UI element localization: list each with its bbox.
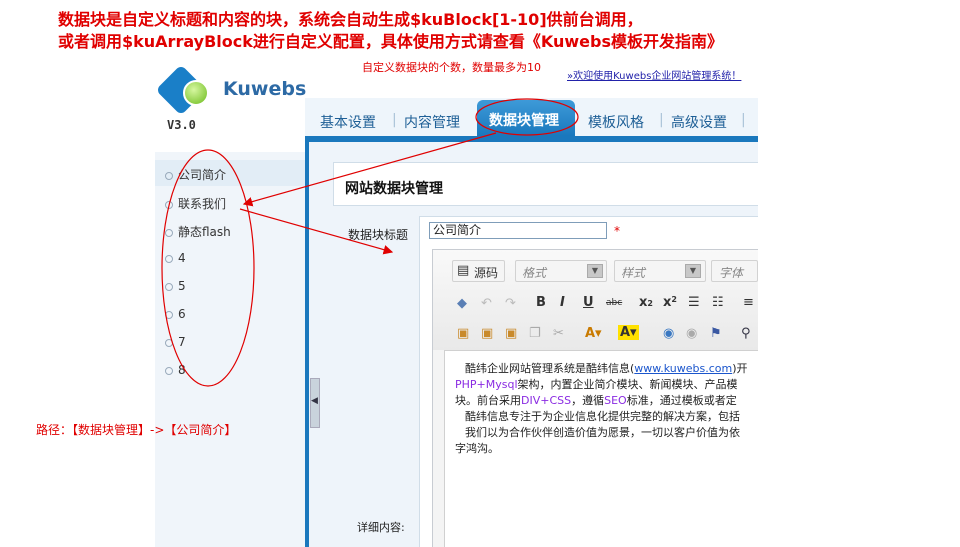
bulleted-list-icon[interactable]: ☷ [712,295,724,310]
subscript-icon[interactable]: x2 [639,295,653,310]
sidebar-item-label: 7 [178,335,186,349]
logo-area: Kuwebs V3.0 [155,60,307,150]
bold-icon[interactable]: B [536,295,546,310]
align-left-icon[interactable]: ≡ [743,295,754,310]
paste-word-icon[interactable]: ▣ [505,326,517,341]
source-icon: ▤ [457,263,470,278]
body-paragraph-1: 酷纬企业网站管理系统是酷纬信息(www.kuwebs.com)开 [465,362,748,375]
detail-content-label: 详细内容: [357,521,405,534]
body-paragraph-3: 块。前台采用DIV+CSS，遵循SEO标准，通过模板或者定 [455,394,737,407]
link-icon[interactable]: ◉ [663,326,674,341]
nav-separator: | [392,112,397,128]
background-color-icon[interactable]: A▾ [618,325,639,340]
sidebar-item-7[interactable]: 7 [165,335,186,349]
bullet-icon [165,254,173,263]
undo-icon[interactable]: ↶ [481,296,492,311]
body-paragraph-4: 酷纬信息专注于为企业信息化提供完整的解决方案，包括 [465,410,740,423]
format-select-placeholder: 格式 [522,266,547,280]
chevron-down-icon[interactable]: ▼ [685,264,701,278]
block-title-label: 数据块标题 [348,228,409,242]
sidebar-item-company-intro[interactable]: 公司简介 [165,166,226,183]
sidebar-item-5[interactable]: 5 [165,279,186,293]
sidebar-item-label: 公司简介 [178,168,227,182]
body-paragraph-5: 我们以为合作伙伴创造价值为愿景，一切以客户价值为依 [465,426,740,439]
bullet-icon [165,282,173,291]
sidebar-item-contact[interactable]: 联系我们 [165,195,226,212]
nav-advanced-settings[interactable]: 高级设置 [671,112,727,132]
italic-icon[interactable]: I [560,295,565,310]
copy-icon[interactable]: ❐ [529,326,541,341]
bullet-icon [165,310,173,319]
welcome-link[interactable]: »欢迎使用Kuwebs企业网站管理系统！ [567,67,741,82]
bullet-icon [165,366,173,375]
eraser-icon[interactable]: ◆ [457,296,467,311]
nav-content-management[interactable]: 内容管理 [404,112,460,132]
sidebar-item-6[interactable]: 6 [165,307,186,321]
chevron-down-icon[interactable]: ▼ [587,264,603,278]
redo-icon[interactable]: ↷ [505,296,516,311]
font-select-placeholder: 字体 [719,266,744,280]
unlink-icon[interactable]: ◉ [686,326,697,341]
bullet-icon [165,171,173,180]
logo-text: Kuwebs [223,78,307,100]
body-paragraph-6: 字鸿沟。 [455,442,499,455]
body-paragraph-2: PHP+Mysql架构，内置企业简介模块、新闻模块、产品模 [455,378,738,391]
path-note: 路径：【数据块管理】->【公司简介】 [36,423,237,437]
version-label: V3.0 [167,118,196,132]
sidebar-item-label: 静态flash [178,225,231,239]
bullet-icon [165,228,173,237]
page-title: 网站数据块管理 [345,181,443,197]
strikethrough-icon[interactable]: abc [606,298,622,308]
superscript-icon[interactable]: x2 [663,295,677,310]
bullet-icon [165,200,173,209]
nav-data-block-management[interactable]: 数据块管理 [489,110,559,130]
form-label-column [333,216,420,547]
paste-text-icon[interactable]: ▣ [481,326,493,341]
sidebar-item-flash[interactable]: 静态flash [165,223,231,240]
instruction-note-line1: 数据块是自定义标题和内容的块，系统会自动生成$kuBlock[1-10]供前台调… [58,10,643,29]
nav-separator: | [741,112,746,128]
sidebar-item-label: 联系我们 [178,197,227,211]
block-title-input[interactable]: 公司简介 [429,222,607,239]
nav-basic-settings[interactable]: 基本设置 [320,112,376,132]
cms-admin-window: Kuwebs V3.0 基本设置 | 内容管理 数据块管理 模板风格 | 高级设… [155,60,758,547]
numbered-list-icon[interactable]: ☰ [688,295,700,310]
anchor-flag-icon[interactable]: ⚑ [710,326,722,341]
cut-icon[interactable]: ✂ [553,326,564,341]
nav-template-style[interactable]: 模板风格 [588,112,644,132]
sidebar-item-8[interactable]: 8 [165,363,186,377]
sidebar-item-label: 8 [178,363,186,377]
sidebar-item-label: 6 [178,307,186,321]
chevron-left-icon[interactable]: ◀ [311,396,318,406]
find-icon[interactable]: ⚲ [741,326,751,341]
sidebar-item-label: 5 [178,279,186,293]
text-color-icon[interactable]: A▾ [585,326,602,341]
bullet-icon [165,338,173,347]
sidebar-item-4[interactable]: 4 [165,251,186,265]
source-button-label: 源码 [474,266,499,280]
nav-separator: | [659,112,664,128]
paste-icon[interactable]: ▣ [457,326,469,341]
required-mark: * [614,224,620,238]
sidebar-item-label: 4 [178,251,186,265]
logo-ball-icon [183,80,209,106]
style-select-placeholder: 样式 [621,266,646,280]
instruction-note-line2: 或者调用$kuArrayBlock进行自定义配置，具体使用方式请查看《Kuweb… [58,32,723,51]
block-count-note: 自定义数据块的个数，数量最多为10 [362,61,541,74]
underline-icon[interactable]: U [583,295,594,310]
